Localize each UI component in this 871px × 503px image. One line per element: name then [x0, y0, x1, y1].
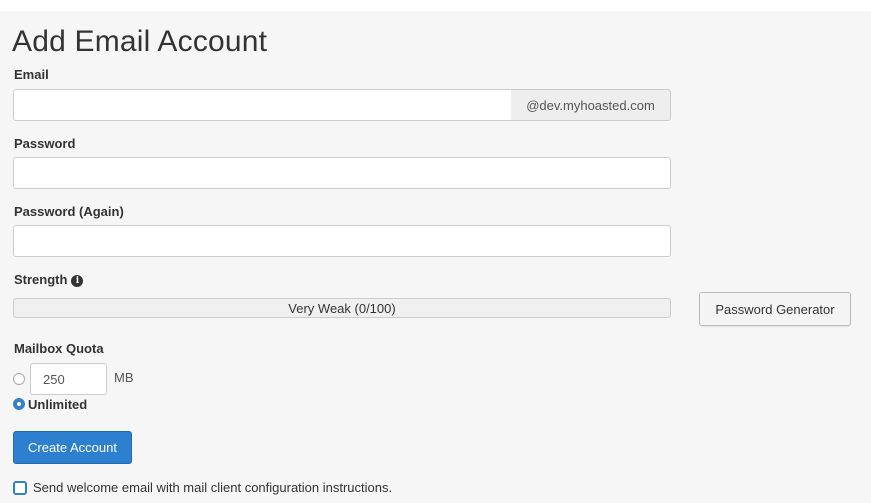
info-circle-icon[interactable]: i	[71, 275, 84, 287]
password-label: Password	[14, 136, 76, 151]
strength-label: Strength	[14, 272, 68, 287]
welcome-email-label[interactable]: Send welcome email with mail client conf…	[33, 480, 392, 495]
mailbox-quota-label: Mailbox Quota	[14, 341, 104, 356]
create-account-button[interactable]: Create Account	[13, 431, 132, 464]
strength-text: Very Weak (0/100)	[288, 300, 396, 316]
quota-unlimited-label[interactable]: Unlimited	[28, 397, 87, 412]
password-again-input[interactable]	[13, 225, 671, 257]
page-title: Add Email Account	[12, 25, 268, 58]
top-strip	[0, 0, 871, 11]
password-input[interactable]	[13, 157, 671, 189]
quota-input[interactable]: 250	[30, 363, 107, 395]
email-label: Email	[14, 67, 49, 82]
welcome-email-checkbox[interactable]	[13, 481, 27, 495]
password-generator-button[interactable]: Password Generator	[699, 292, 851, 326]
quota-unit: MB	[114, 370, 134, 385]
email-domain-addon: @dev.myhoasted.com	[511, 89, 671, 121]
strength-label-row: Strength i	[14, 272, 84, 288]
quota-limited-radio[interactable]	[13, 373, 25, 385]
email-input[interactable]	[13, 89, 512, 121]
strength-meter: Very Weak (0/100)	[13, 298, 671, 318]
quota-unlimited-radio[interactable]	[13, 398, 25, 410]
password-again-label: Password (Again)	[14, 204, 124, 219]
